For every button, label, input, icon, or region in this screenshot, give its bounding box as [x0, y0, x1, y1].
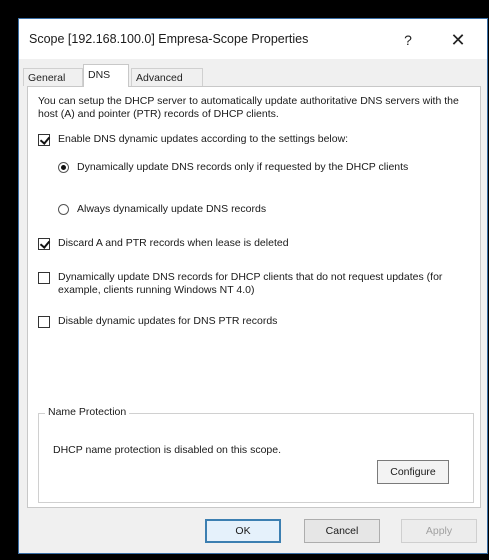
- update-if-requested-label: Dynamically update DNS records only if r…: [77, 161, 409, 173]
- enable-dns-updates-label: Enable DNS dynamic updates according to …: [58, 133, 349, 145]
- name-protection-title: Name Protection: [45, 406, 130, 418]
- update-nonrequesting-checkbox[interactable]: [38, 272, 50, 284]
- update-if-requested-option[interactable]: Dynamically update DNS records only if r…: [58, 161, 458, 174]
- enable-dns-updates-option[interactable]: Enable DNS dynamic updates according to …: [38, 133, 348, 146]
- enable-dns-updates-checkbox[interactable]: [38, 134, 50, 146]
- properties-dialog: Scope [192.168.100.0] Empresa-Scope Prop…: [18, 18, 488, 554]
- close-button[interactable]: ✕: [444, 27, 472, 53]
- always-update-label: Always dynamically update DNS records: [77, 203, 267, 215]
- ok-button[interactable]: OK: [205, 519, 281, 543]
- dns-tab-panel: You can setup the DHCP server to automat…: [27, 86, 481, 508]
- cancel-button[interactable]: Cancel: [304, 519, 380, 543]
- name-protection-status: DHCP name protection is disabled on this…: [53, 444, 282, 456]
- tab-dns[interactable]: DNS: [83, 64, 129, 87]
- discard-records-checkbox[interactable]: [38, 238, 50, 250]
- discard-records-label: Discard A and PTR records when lease is …: [58, 237, 289, 249]
- dns-intro-text: You can setup the DHCP server to automat…: [38, 95, 459, 120]
- disable-ptr-option[interactable]: Disable dynamic updates for DNS PTR reco…: [38, 315, 277, 328]
- update-nonrequesting-label: Dynamically update DNS records for DHCP …: [58, 271, 443, 296]
- configure-button[interactable]: Configure: [377, 460, 449, 484]
- always-update-option[interactable]: Always dynamically update DNS records: [58, 203, 266, 216]
- discard-records-option[interactable]: Discard A and PTR records when lease is …: [38, 237, 289, 250]
- apply-button[interactable]: Apply: [401, 519, 477, 543]
- tab-advanced[interactable]: Advanced: [131, 68, 203, 86]
- name-protection-group: Name Protection DHCP name protection is …: [38, 406, 474, 503]
- disable-ptr-checkbox[interactable]: [38, 316, 50, 328]
- update-nonrequesting-option[interactable]: Dynamically update DNS records for DHCP …: [38, 271, 468, 297]
- screenshot-root: { "window": { "title": "Scope [192.168.1…: [0, 0, 489, 560]
- title-bar[interactable]: Scope [192.168.100.0] Empresa-Scope Prop…: [19, 19, 487, 59]
- help-button[interactable]: ?: [394, 27, 422, 53]
- tab-general[interactable]: General: [23, 68, 83, 86]
- update-if-requested-radio[interactable]: [58, 162, 69, 173]
- always-update-radio[interactable]: [58, 204, 69, 215]
- window-title: Scope [192.168.100.0] Empresa-Scope Prop…: [29, 32, 309, 46]
- disable-ptr-label: Disable dynamic updates for DNS PTR reco…: [58, 315, 278, 327]
